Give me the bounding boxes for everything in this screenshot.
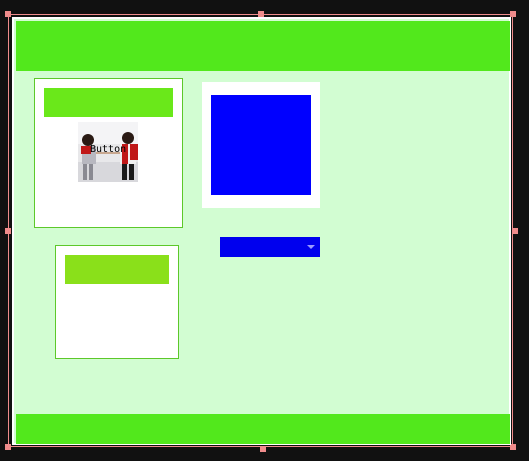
resize-handle-middle-right[interactable] xyxy=(512,228,518,234)
footer-bar[interactable] xyxy=(16,414,510,444)
image-button[interactable]: Button xyxy=(78,122,138,182)
image-button-label: Button xyxy=(90,144,127,155)
header-bar[interactable] xyxy=(16,21,510,71)
page-canvas[interactable]: Button xyxy=(12,17,511,445)
panel-title-bar[interactable] xyxy=(44,88,173,117)
secondary-panel[interactable] xyxy=(55,245,179,359)
resize-handle-top-left[interactable] xyxy=(5,11,11,17)
chevron-down-icon xyxy=(307,245,315,249)
resize-handle-middle-left[interactable] xyxy=(5,228,11,234)
dropdown-select[interactable] xyxy=(220,237,320,257)
resize-handle-bottom-center[interactable] xyxy=(260,446,266,452)
media-frame[interactable] xyxy=(202,82,320,208)
media-block[interactable] xyxy=(211,95,311,195)
resize-handle-bottom-left[interactable] xyxy=(5,444,11,450)
secondary-panel-title-bar[interactable] xyxy=(65,255,169,284)
image-button-panel[interactable]: Button xyxy=(34,78,183,228)
